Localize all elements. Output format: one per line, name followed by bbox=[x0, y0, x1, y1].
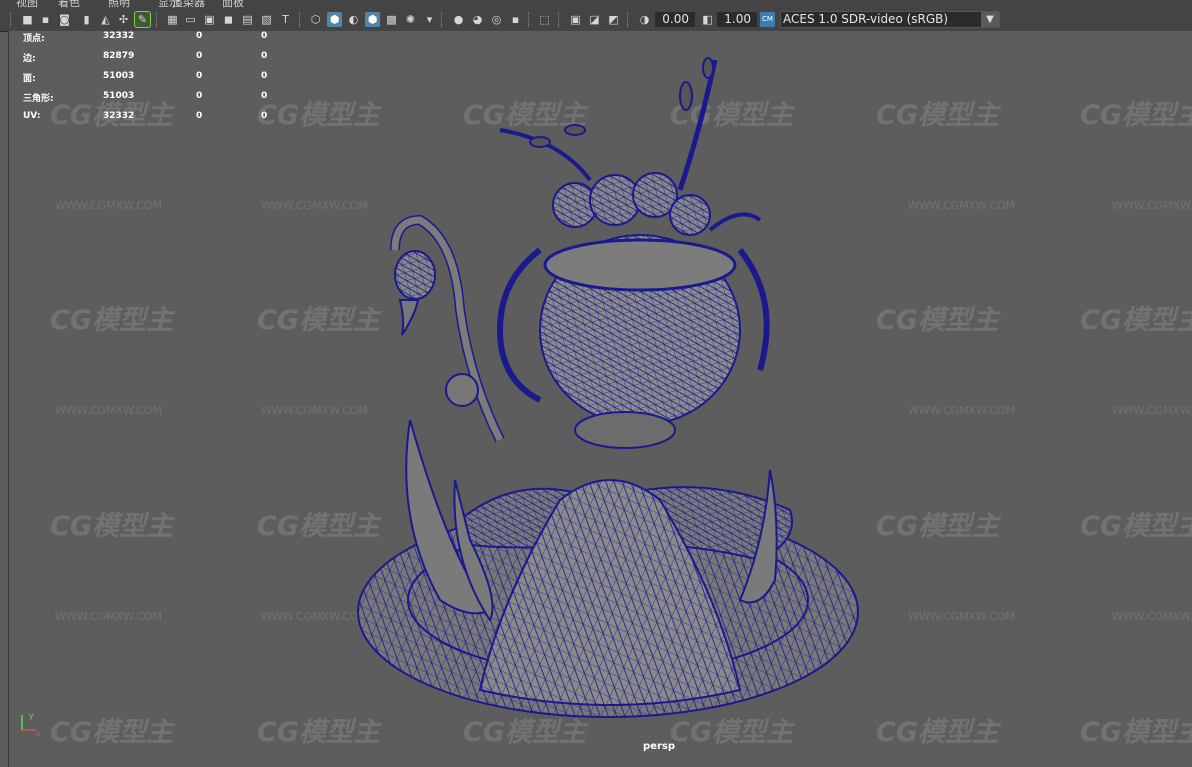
hud-value: 32332 bbox=[103, 111, 135, 121]
hud-value: 51003 bbox=[103, 71, 135, 81]
axis-x-label: x bbox=[36, 729, 41, 736]
hud-label: 面: bbox=[23, 74, 36, 84]
hud-value: 0 bbox=[196, 111, 203, 121]
hud-label: 边: bbox=[23, 54, 36, 64]
hud-value: 82879 bbox=[103, 51, 135, 61]
hud-label: 顶点: bbox=[23, 34, 45, 44]
hud-value: 0 bbox=[261, 91, 268, 101]
hud-value: 0 bbox=[196, 51, 203, 61]
hud-value: 0 bbox=[196, 91, 203, 101]
axis-y-label: y bbox=[29, 711, 34, 720]
hud-value: 0 bbox=[261, 71, 268, 81]
model-pot-contents bbox=[552, 172, 711, 236]
camera-name-label: persp bbox=[643, 741, 675, 752]
hud-value: 0 bbox=[261, 111, 268, 121]
hud-label: UV: bbox=[23, 111, 41, 121]
maya-viewport-panel: 视图 着色 照明 显示 渲染器 面板 ■ ▪ ◙ ▮ ◭ ✣ ✎ ▦ ▭ ▣ ◼… bbox=[0, 0, 1192, 767]
model-lantern-arm bbox=[390, 214, 505, 443]
hud-value: 0 bbox=[261, 51, 268, 61]
hud-label: 三角形: bbox=[23, 94, 54, 104]
teapot-creature-model[interactable] bbox=[0, 0, 1192, 767]
hud-value: 0 bbox=[261, 31, 268, 41]
model-pot bbox=[496, 234, 770, 449]
hud-value: 0 bbox=[196, 71, 203, 81]
hud-value: 0 bbox=[196, 31, 203, 41]
view-axis-icon: y x bbox=[21, 711, 41, 736]
hud-value: 51003 bbox=[103, 91, 135, 101]
hud-value: 32332 bbox=[103, 31, 135, 41]
